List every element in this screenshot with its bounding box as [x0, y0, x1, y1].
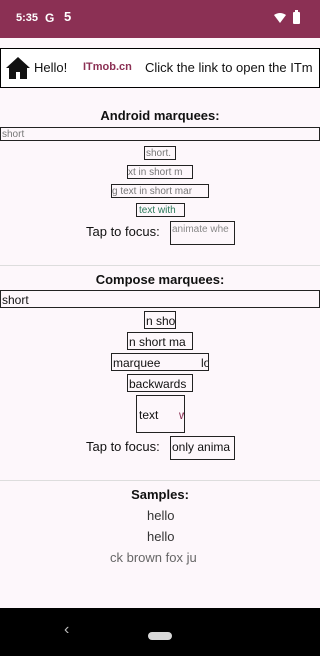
banner-hello: Hello!	[34, 60, 68, 75]
section-divider-2	[0, 480, 320, 481]
compose-focus-marquee[interactable]: only anima	[170, 436, 235, 460]
android-tap-label: Tap to focus:	[86, 224, 160, 239]
notification-icon: 5	[64, 9, 72, 24]
compose-marquee-2: n sho	[144, 311, 176, 329]
sample-item: ck brown fox ju	[110, 550, 197, 565]
samples-title: Samples:	[131, 487, 189, 502]
compose-tap-label: Tap to focus:	[86, 439, 160, 454]
android-marquee-4: g text in short mar	[111, 184, 209, 198]
status-time: 5:35	[16, 12, 39, 24]
status-bar: 5:35 G 5	[0, 0, 320, 38]
android-marquee-1: short	[0, 127, 320, 141]
compose-section-title: Compose marquees:	[95, 272, 225, 287]
android-focus-marquee[interactable]: animate whe	[170, 221, 235, 245]
compose-marquee-4: marqueelo	[111, 353, 209, 371]
banner-site-link[interactable]: ITmob.cn	[83, 61, 132, 73]
navigation-bar: ‹	[0, 608, 320, 656]
compose-marquee-6: textw	[136, 395, 185, 433]
battery-icon	[293, 10, 300, 24]
section-divider-1	[0, 265, 320, 266]
sample-item: hello	[147, 508, 175, 523]
back-icon[interactable]: ‹	[64, 621, 69, 639]
home-icon	[6, 57, 30, 79]
home-pill-icon[interactable]	[148, 632, 172, 640]
sample-item: hello	[147, 529, 175, 544]
compose-marquee-1: short	[0, 290, 320, 308]
app-screen: 5:35 G 5 Hello! ITmob.cn Click the link …	[0, 0, 320, 656]
android-marquee-5: text with	[136, 203, 185, 217]
android-marquee-3: xt in short m	[127, 165, 193, 179]
compose-marquee-3: n short ma	[127, 332, 193, 350]
compose-marquee-5: backwards	[127, 374, 193, 392]
wifi-icon	[274, 13, 286, 23]
banner-promo-text[interactable]: Click the link to open the ITm	[145, 60, 313, 75]
android-section-title: Android marquees:	[100, 108, 220, 123]
marquee-banner[interactable]: Hello! ITmob.cn Click the link to open t…	[0, 48, 320, 88]
android-marquee-2: short.	[144, 146, 176, 160]
google-icon: G	[45, 11, 55, 25]
